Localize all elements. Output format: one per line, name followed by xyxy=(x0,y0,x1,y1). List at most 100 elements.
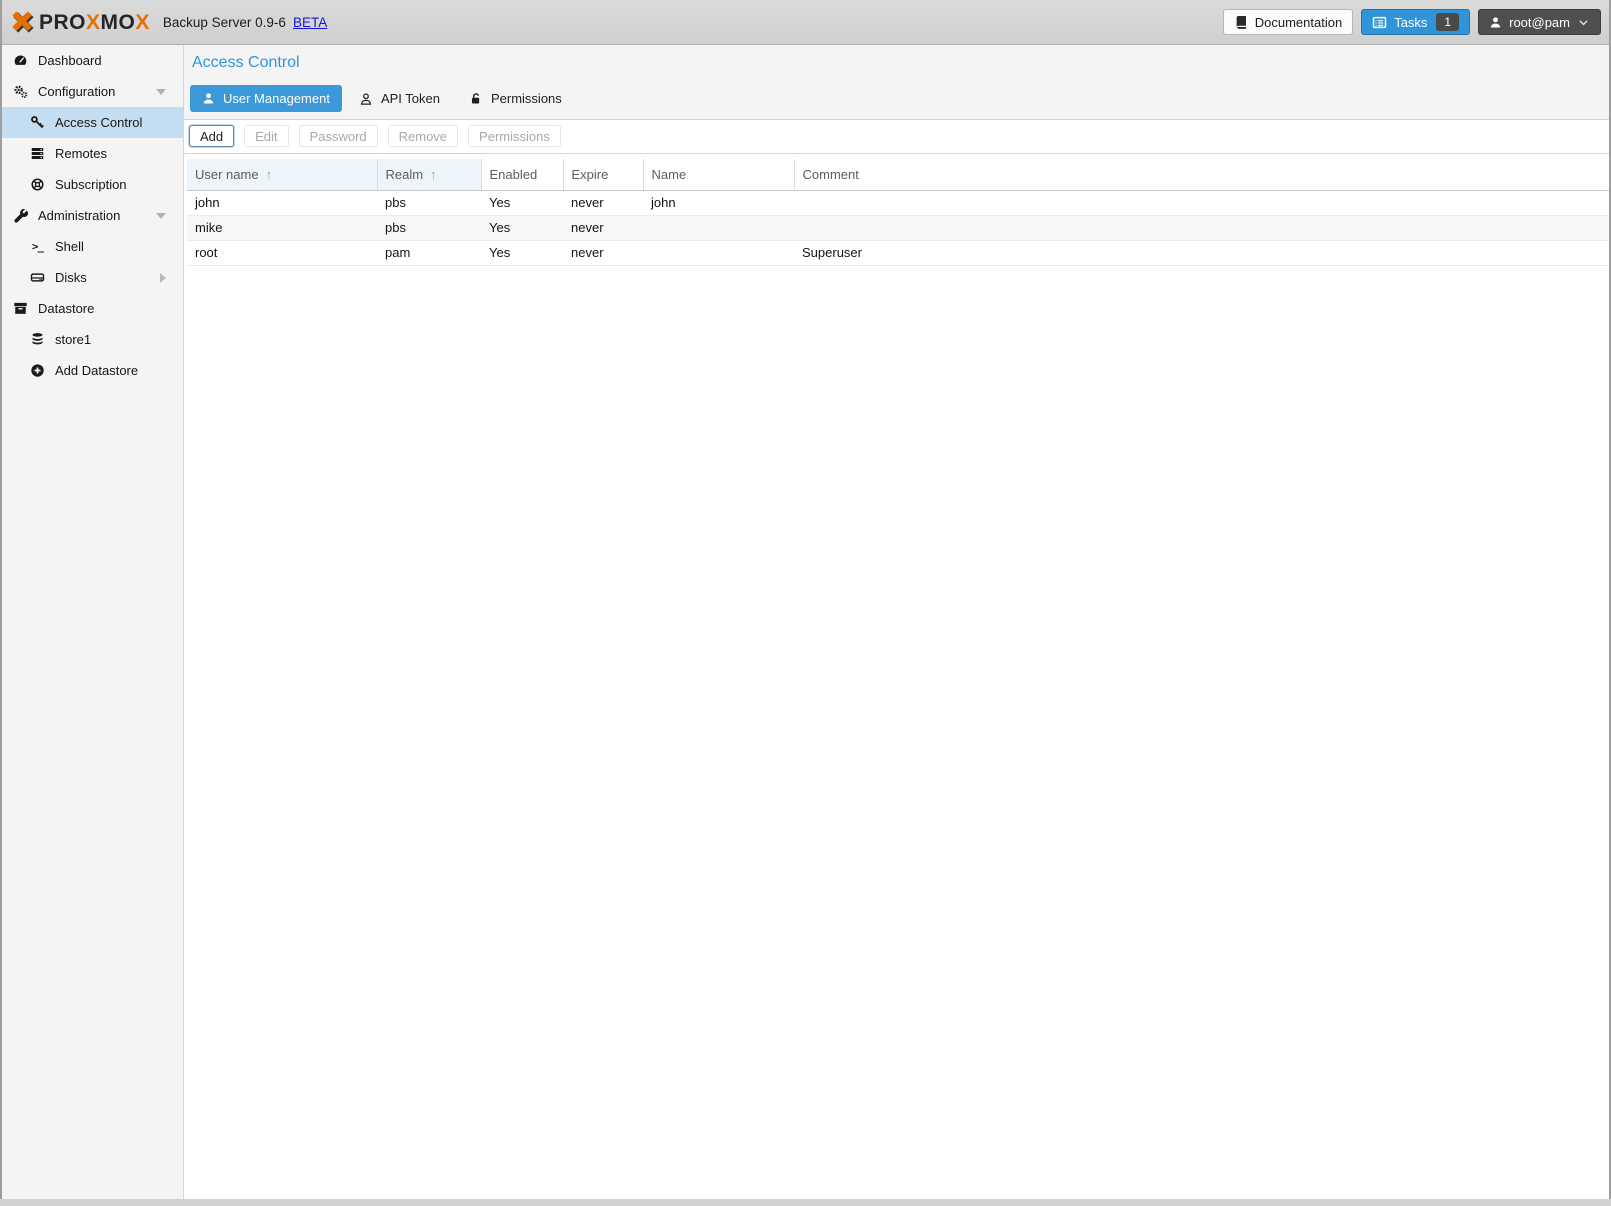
beta-link[interactable]: BETA xyxy=(293,15,327,30)
column-label: Realm xyxy=(386,167,424,182)
proxmox-logo-text: PROXMOX xyxy=(39,12,150,33)
tab-label: User Management xyxy=(223,91,330,106)
cell-comment xyxy=(794,215,1609,240)
cogs-icon xyxy=(12,84,29,99)
sidebar-item-label: Configuration xyxy=(38,84,115,99)
column-header-realm[interactable]: Realm ↑ xyxy=(377,159,481,190)
sidebar-item-access-control[interactable]: Access Control xyxy=(2,107,183,138)
column-label: User name xyxy=(195,167,259,182)
page-title: Access Control xyxy=(192,54,1609,72)
sidebar-item-configuration[interactable]: Configuration xyxy=(2,76,183,107)
key-icon xyxy=(29,115,46,130)
dashboard-icon xyxy=(12,53,29,68)
logo-part: MO xyxy=(101,11,136,34)
logo-part: X xyxy=(135,11,150,34)
sidebar-item-subscription[interactable]: Subscription xyxy=(2,169,183,200)
sidebar-item-label: Disks xyxy=(55,270,87,285)
main-area: Dashboard Configuration xyxy=(2,45,1609,1199)
cell-username: root xyxy=(187,240,377,265)
table-row[interactable]: john pbs Yes never john xyxy=(187,190,1609,215)
top-header-bar: PROXMOX Backup Server 0.9-6 BETA Documen… xyxy=(2,0,1609,45)
remove-button: Remove xyxy=(388,125,458,147)
sidebar-item-store1[interactable]: store1 xyxy=(2,324,183,355)
sidebar-item-label: Remotes xyxy=(55,146,107,161)
cell-realm: pbs xyxy=(377,215,481,240)
cell-enabled: Yes xyxy=(481,240,563,265)
column-label: Enabled xyxy=(490,167,538,182)
sidebar-item-dashboard[interactable]: Dashboard xyxy=(2,45,183,76)
task-list-icon xyxy=(1372,15,1387,30)
add-button[interactable]: Add xyxy=(189,125,234,147)
column-header-comment[interactable]: Comment xyxy=(794,159,1609,190)
book-icon xyxy=(1234,15,1248,29)
sidebar-item-label: Administration xyxy=(38,208,120,223)
permissions-button: Permissions xyxy=(468,125,561,147)
support-icon xyxy=(29,177,46,192)
tab-bar: User Management API Token xyxy=(190,85,1609,112)
sidebar-item-label: Subscription xyxy=(55,177,127,192)
cell-expire: never xyxy=(563,190,643,215)
cell-name xyxy=(643,240,794,265)
sidebar-item-administration[interactable]: Administration xyxy=(2,200,183,231)
user-icon xyxy=(1489,16,1502,29)
cell-expire: never xyxy=(563,240,643,265)
sidebar-item-add-datastore[interactable]: Add Datastore xyxy=(2,355,183,386)
cell-enabled: Yes xyxy=(481,190,563,215)
documentation-label: Documentation xyxy=(1255,15,1342,30)
user-icon xyxy=(202,92,215,105)
tab-label: API Token xyxy=(381,91,440,106)
archive-box-icon xyxy=(12,301,29,316)
tasks-count-badge: 1 xyxy=(1436,13,1459,31)
unlock-icon xyxy=(469,92,483,106)
sidebar-item-datastore[interactable]: Datastore xyxy=(2,293,183,324)
tab-user-management[interactable]: User Management xyxy=(190,85,342,112)
column-header-enabled[interactable]: Enabled xyxy=(481,159,563,190)
plus-circle-icon xyxy=(29,363,46,378)
header-buttons: Documentation Tasks 1 xyxy=(1223,9,1601,35)
documentation-button[interactable]: Documentation xyxy=(1223,9,1353,35)
column-header-username[interactable]: User name ↑ xyxy=(187,159,377,190)
sort-ascending-icon: ↑ xyxy=(430,167,437,182)
sidebar-item-label: store1 xyxy=(55,332,91,347)
tab-api-token[interactable]: API Token xyxy=(347,85,452,112)
cell-expire: never xyxy=(563,215,643,240)
tasks-label: Tasks xyxy=(1394,15,1427,30)
cell-enabled: Yes xyxy=(481,215,563,240)
proxmox-x-logo-icon xyxy=(10,10,35,35)
chevron-down-icon xyxy=(1577,16,1590,29)
sidebar-item-remotes[interactable]: Remotes xyxy=(2,138,183,169)
user-outline-icon xyxy=(359,92,373,106)
sidebar-nav: Dashboard Configuration xyxy=(2,45,184,1199)
logo-part: X xyxy=(86,11,101,34)
cell-comment: Superuser xyxy=(794,240,1609,265)
cell-name xyxy=(643,215,794,240)
column-header-name[interactable]: Name xyxy=(643,159,794,190)
proxmox-logo: PROXMOX xyxy=(10,10,150,35)
tasks-button[interactable]: Tasks 1 xyxy=(1361,9,1470,35)
sidebar-item-label: Access Control xyxy=(55,115,142,130)
column-label: Name xyxy=(652,167,687,182)
cell-username: john xyxy=(187,190,377,215)
terminal-icon: >_ xyxy=(29,240,46,253)
table-row[interactable]: mike pbs Yes never xyxy=(187,215,1609,240)
expander-down-icon[interactable] xyxy=(156,89,166,95)
expander-right-icon[interactable] xyxy=(160,273,166,283)
column-header-expire[interactable]: Expire xyxy=(563,159,643,190)
user-menu-button[interactable]: root@pam xyxy=(1478,9,1601,35)
sidebar-item-label: Add Datastore xyxy=(55,363,138,378)
hdd-icon xyxy=(29,270,46,285)
sidebar-item-shell[interactable]: >_ Shell xyxy=(2,231,183,262)
database-icon xyxy=(29,332,46,347)
cell-username: mike xyxy=(187,215,377,240)
table-row[interactable]: root pam Yes never Superuser xyxy=(187,240,1609,265)
product-version-text: Backup Server 0.9-6 xyxy=(163,15,286,30)
logo-part: PRO xyxy=(39,11,86,34)
expander-down-icon[interactable] xyxy=(156,213,166,219)
cell-name: john xyxy=(643,190,794,215)
sort-ascending-icon: ↑ xyxy=(266,167,273,182)
cell-realm: pbs xyxy=(377,190,481,215)
tab-label: Permissions xyxy=(491,91,562,106)
sidebar-item-disks[interactable]: Disks xyxy=(2,262,183,293)
tab-permissions[interactable]: Permissions xyxy=(457,85,574,112)
table-header-row: User name ↑ Realm ↑ Enabled Expire Name Co… xyxy=(187,159,1609,190)
